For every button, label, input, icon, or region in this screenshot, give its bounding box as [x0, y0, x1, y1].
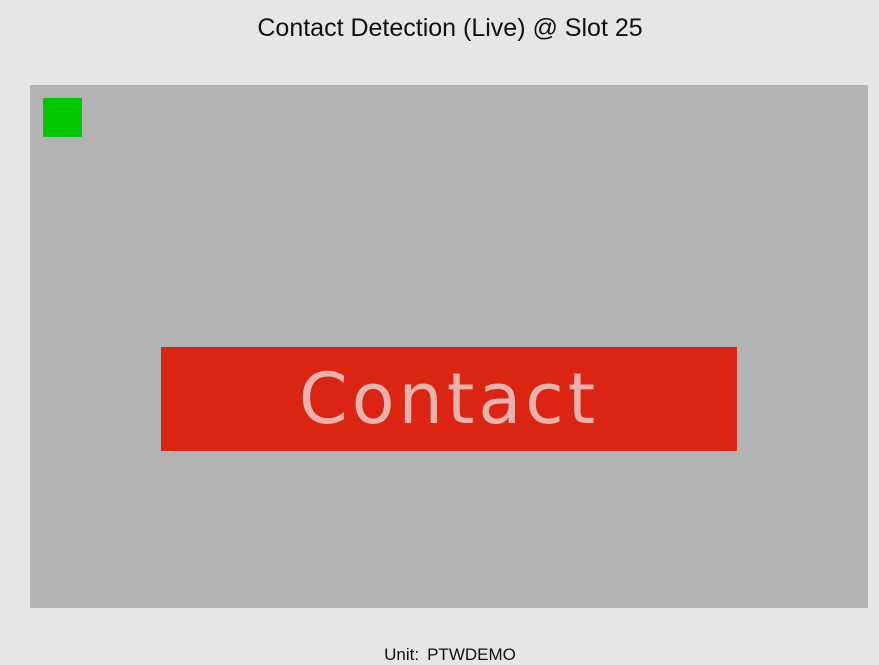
detection-panel: Contact [30, 85, 868, 608]
contact-banner: Contact [161, 347, 737, 451]
contact-banner-label: Contact [298, 358, 600, 440]
unit-footer: Unit: PTWDEMO [0, 645, 879, 665]
unit-value: PTWDEMO [427, 645, 516, 664]
status-indicator [43, 98, 82, 137]
unit-label: Unit: [384, 645, 420, 664]
page-title: Contact Detection (Live) @ Slot 25 [257, 14, 643, 42]
